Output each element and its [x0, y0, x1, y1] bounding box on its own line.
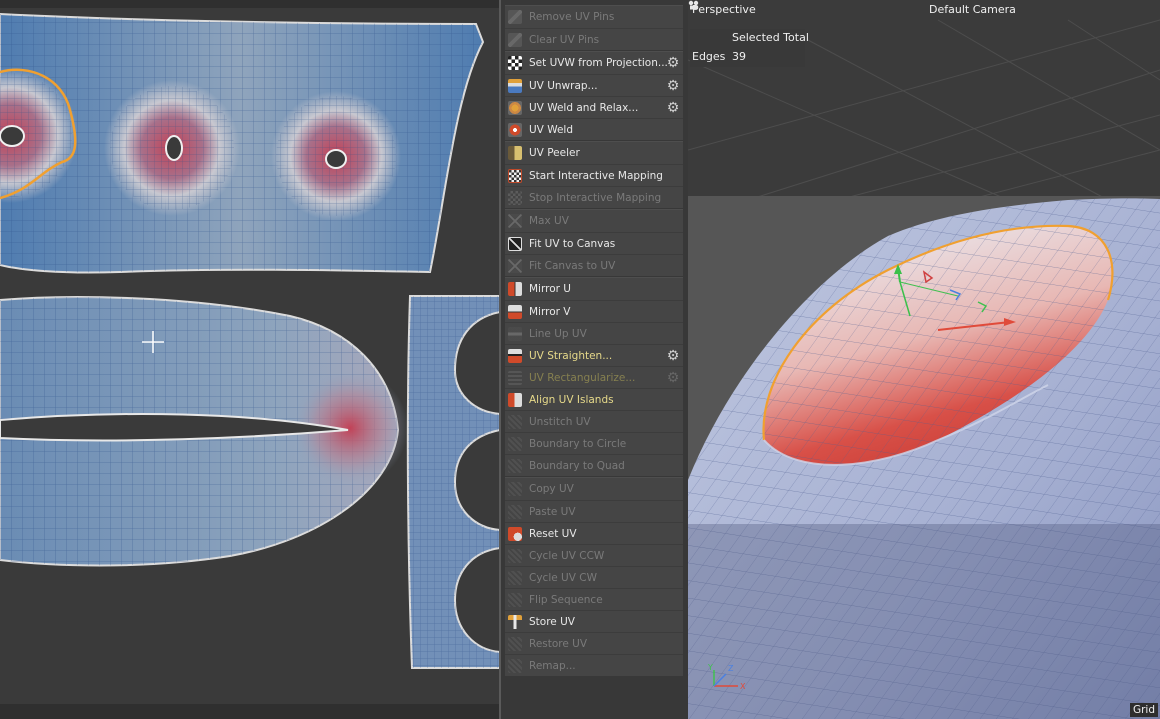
uv-island-bottom[interactable] [0, 296, 408, 567]
uv-commands-menu: Remove UV Pins Clear UV Pins Set UVW fro… [501, 0, 688, 719]
menu-group-pins: Remove UV Pins Clear UV Pins [505, 5, 683, 50]
menu-group-fit: Max UV Fit UV to Canvas Fit Canvas to UV [505, 209, 683, 276]
remap-icon [508, 659, 522, 673]
menu-item-boundary-to-quad[interactable]: Boundary to Quad [505, 454, 683, 476]
menu-item-mirror-u[interactable]: Mirror U [505, 278, 683, 300]
menu-item-fit-canvas-to-uv[interactable]: Fit Canvas to UV [505, 254, 683, 276]
menu-item-boundary-to-circle[interactable]: Boundary to Circle [505, 432, 683, 454]
uv-islands-canvas[interactable] [0, 0, 500, 719]
boundary-circle-icon [508, 437, 522, 451]
menu-item-line-up-uv[interactable]: Line Up UV [505, 322, 683, 344]
weld-icon [508, 123, 522, 137]
unwrap-icon [508, 79, 522, 93]
menu-item-start-interactive-mapping[interactable]: Start Interactive Mapping [505, 164, 683, 186]
menu-item-align-uv-islands[interactable]: Align UV Islands [505, 388, 683, 410]
boundary-quad-icon [508, 459, 522, 473]
pin-icon [508, 10, 522, 24]
viewport-title[interactable]: Perspective [692, 3, 756, 16]
store-uv-icon [508, 615, 522, 629]
grid-label: Grid [1129, 703, 1158, 717]
menu-item-uv-weld-and-relax[interactable]: UV Weld and Relax... ⚙ [505, 96, 683, 118]
align-islands-icon [508, 393, 522, 407]
menu-item-reset-uv[interactable]: Reset UV [505, 522, 683, 544]
menu-item-uv-unwrap[interactable]: UV Unwrap... ⚙ [505, 74, 683, 96]
gear-icon[interactable]: ⚙ [666, 56, 680, 70]
menu-item-set-uvw-from-projection[interactable]: Set UVW from Projection... ⚙ [505, 52, 683, 74]
menu-group-storage: Copy UV Paste UV Reset UV Cycle UV CCW C… [505, 477, 683, 676]
menu-item-remove-uv-pins[interactable]: Remove UV Pins [505, 6, 683, 28]
reset-uv-icon [508, 527, 522, 541]
menu-item-cycle-uv-ccw[interactable]: Cycle UV CCW [505, 544, 683, 566]
menu-item-remap[interactable]: Remap... [505, 654, 683, 676]
axis-y-label: Y [707, 663, 713, 672]
menu-group-unwrap: Set UVW from Projection... ⚙ UV Unwrap...… [505, 51, 683, 140]
menu-item-max-uv[interactable]: Max UV [505, 210, 683, 232]
menu-item-clear-uv-pins[interactable]: Clear UV Pins [505, 28, 683, 50]
restore-uv-icon [508, 637, 522, 651]
uv-island-right[interactable] [406, 295, 500, 669]
projection-icon [508, 56, 522, 70]
menu-item-copy-uv[interactable]: Copy UV [505, 478, 683, 500]
menu-item-uv-peeler[interactable]: UV Peeler [505, 142, 683, 164]
max-uv-icon [508, 214, 522, 228]
peeler-icon [508, 146, 522, 160]
gear-icon[interactable]: ⚙ [666, 349, 680, 363]
menu-item-restore-uv[interactable]: Restore UV [505, 632, 683, 654]
copy-uv-icon [508, 482, 522, 496]
menu-group-transform: Mirror U Mirror V Line Up UV UV Straight… [505, 277, 683, 476]
perspective-viewport[interactable]: Y Z X Perspective Default Camera Selecte… [688, 0, 1160, 719]
gear-icon[interactable]: ⚙ [666, 371, 680, 385]
axis-x-label: X [740, 682, 746, 691]
line-up-icon [508, 327, 522, 341]
viewport-scene[interactable]: Y Z X [688, 0, 1160, 719]
cycle-cw-icon [508, 571, 522, 585]
interactive-mapping-icon [508, 169, 522, 183]
menu-item-stop-interactive-mapping[interactable]: Stop Interactive Mapping [505, 186, 683, 208]
menu-item-uv-weld[interactable]: UV Weld [505, 118, 683, 140]
menu-group-mapping: UV Peeler Start Interactive Mapping Stop… [505, 141, 683, 208]
menu-item-paste-uv[interactable]: Paste UV [505, 500, 683, 522]
straighten-icon [508, 349, 522, 363]
flip-sequence-icon [508, 593, 522, 607]
stats-edges-label: Edges [692, 50, 726, 63]
menu-item-uv-rectangularize[interactable]: UV Rectangularize... ⚙ [505, 366, 683, 388]
unstitch-icon [508, 415, 522, 429]
menu-item-fit-uv-to-canvas[interactable]: Fit UV to Canvas [505, 232, 683, 254]
menu-item-unstitch-uv[interactable]: Unstitch UV [505, 410, 683, 432]
menu-item-store-uv[interactable]: Store UV [505, 610, 683, 632]
fit-uv-icon [508, 237, 522, 251]
mirror-u-icon [508, 282, 522, 296]
menu-item-mirror-v[interactable]: Mirror V [505, 300, 683, 322]
paste-uv-icon [508, 505, 522, 519]
mirror-v-icon [508, 305, 522, 319]
camera-name[interactable]: Default Camera [929, 3, 1016, 16]
fit-canvas-icon [508, 259, 522, 273]
uv-island-top[interactable] [0, 12, 485, 274]
selection-stats-panel: Selected Total Edges 39 [690, 29, 809, 67]
gear-icon[interactable]: ⚙ [666, 79, 680, 93]
weld-relax-icon [508, 101, 522, 115]
rectangularize-icon [508, 371, 522, 385]
axis-z-label: Z [728, 664, 734, 673]
pin-icon [508, 33, 522, 47]
camera-icon[interactable] [688, 0, 699, 10]
menu-item-uv-straighten[interactable]: UV Straighten... ⚙ [505, 344, 683, 366]
stop-mapping-icon [508, 191, 522, 205]
stats-header: Selected Total [732, 31, 809, 44]
stats-edges-value: 39 [732, 50, 746, 63]
menu-item-flip-sequence[interactable]: Flip Sequence [505, 588, 683, 610]
menu-item-cycle-uv-cw[interactable]: Cycle UV CW [505, 566, 683, 588]
uv-editor-viewport[interactable] [0, 0, 500, 719]
cycle-ccw-icon [508, 549, 522, 563]
gear-icon[interactable]: ⚙ [666, 101, 680, 115]
